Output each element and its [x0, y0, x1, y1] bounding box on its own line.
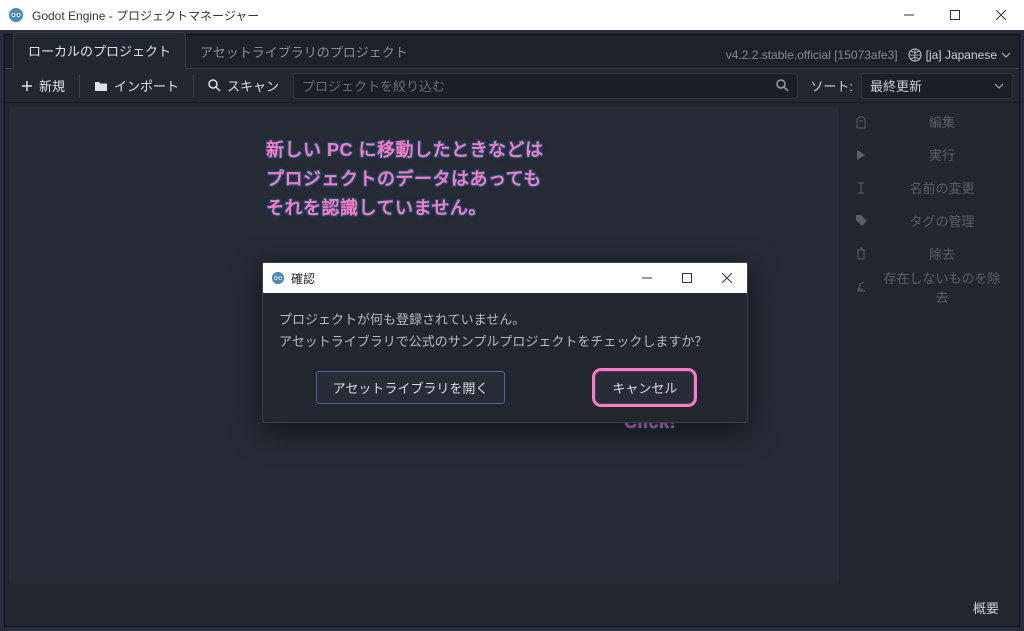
dialog-maximize-button[interactable]: [667, 263, 707, 293]
confirm-dialog: 確認 プロジェクトが何も登録されていません。 アセットライブラリで公式のサンプル…: [262, 262, 748, 423]
window-titlebar: Godot Engine - プロジェクトマネージャー: [0, 0, 1024, 30]
scan-button[interactable]: スキャン: [198, 71, 289, 100]
rename-button[interactable]: 名前の変更: [839, 171, 1019, 204]
open-assetlib-button[interactable]: アセットライブラリを開く: [316, 371, 506, 404]
sort-label: ソート:: [802, 76, 857, 95]
dialog-message-line1: プロジェクトが何も登録されていません。: [279, 309, 731, 331]
new-project-button[interactable]: 新規: [11, 71, 75, 100]
side-actions: 編集 実行 名前の変更: [839, 103, 1019, 588]
godot-logo-icon: [271, 271, 285, 285]
dialog-title: 確認: [291, 270, 315, 287]
godot-logo-icon: [8, 7, 24, 23]
folder-icon: [94, 80, 108, 92]
text-cursor-icon: [853, 181, 869, 195]
plus-icon: [21, 80, 33, 92]
bottom-bar: 概要: [5, 588, 1019, 626]
annotation-explainer: 新しい PC に移動したときなどは プロジェクトのデータはあっても それを認識し…: [266, 136, 544, 222]
tag-icon: [853, 214, 869, 227]
dialog-message-line2: アセットライブラリで公式のサンプルプロジェクトをチェックしますか？: [279, 331, 731, 353]
dialog-titlebar: 確認: [263, 263, 747, 293]
window-title: Godot Engine - プロジェクトマネージャー: [32, 7, 259, 24]
tab-local-projects[interactable]: ローカルのプロジェクト: [13, 32, 186, 69]
remove-missing-button[interactable]: 存在しないものを除去: [839, 270, 1019, 303]
language-select[interactable]: [ja] Japanese: [908, 48, 1011, 62]
language-label: [ja] Japanese: [926, 48, 997, 62]
edit-button[interactable]: 編集: [839, 105, 1019, 138]
chevron-down-icon: [994, 83, 1004, 89]
broom-icon: [853, 280, 869, 293]
import-button[interactable]: インポート: [84, 71, 189, 100]
run-button[interactable]: 実行: [839, 138, 1019, 171]
play-icon: [853, 149, 869, 161]
dialog-body: プロジェクトが何も登録されていません。 アセットライブラリで公式のサンプルプロジ…: [263, 293, 747, 367]
search-placeholder: プロジェクトを絞り込む: [302, 76, 445, 95]
cancel-button[interactable]: キャンセル: [595, 371, 694, 404]
separator: [193, 75, 194, 97]
manage-tags-button[interactable]: タグの管理: [839, 204, 1019, 237]
globe-icon: [908, 48, 922, 62]
tabs-row: ローカルのプロジェクト アセットライブラリのプロジェクト v4.2.2.stab…: [5, 35, 1019, 69]
version-label: v4.2.2.stable.official [15073afe3]: [726, 48, 898, 62]
dialog-minimize-button[interactable]: [627, 263, 667, 293]
about-link[interactable]: 概要: [973, 598, 999, 617]
window-close-button[interactable]: [978, 0, 1024, 30]
edit-icon: [853, 115, 869, 129]
tab-assetlib-projects[interactable]: アセットライブラリのプロジェクト: [186, 34, 422, 69]
toolbar: 新規 インポート スキャン プロジェクトを絞り込む: [5, 69, 1019, 103]
dialog-close-button[interactable]: [707, 263, 747, 293]
trash-icon: [853, 247, 869, 260]
search-icon: [208, 79, 221, 92]
window-maximize-button[interactable]: [932, 0, 978, 30]
window-minimize-button[interactable]: [886, 0, 932, 30]
separator: [79, 75, 80, 97]
project-filter-input[interactable]: プロジェクトを絞り込む: [293, 73, 798, 99]
remove-button[interactable]: 除去: [839, 237, 1019, 270]
search-icon: [776, 79, 789, 92]
sort-select[interactable]: 最終更新: [861, 73, 1013, 99]
chevron-down-icon: [1001, 52, 1011, 58]
